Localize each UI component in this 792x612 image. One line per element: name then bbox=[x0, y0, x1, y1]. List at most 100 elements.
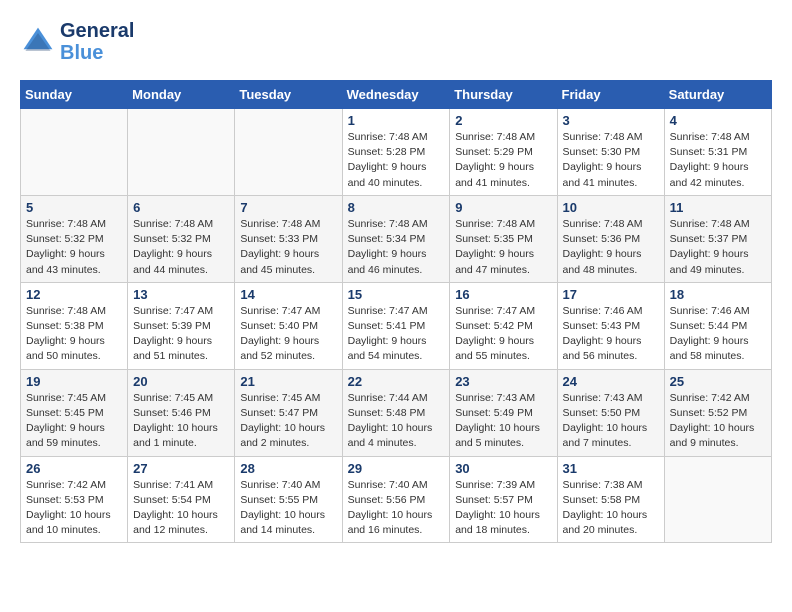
day-info: Sunrise: 7:46 AM Sunset: 5:43 PM Dayligh… bbox=[563, 304, 659, 365]
calendar-cell: 9Sunrise: 7:48 AM Sunset: 5:35 PM Daylig… bbox=[450, 195, 557, 282]
calendar-cell: 25 Sunrise: 7:42 AM Sunset: 5:52 PM Dayli… bbox=[664, 369, 771, 456]
day-info: Sunrise: 7:48 AM Sunset: 5:38 PM Dayligh… bbox=[26, 304, 122, 365]
weekday-header: Tuesday bbox=[235, 81, 342, 109]
page-header: GeneralBlue bbox=[20, 20, 772, 64]
day-number: 24 bbox=[563, 374, 659, 389]
day-number: 14 bbox=[240, 287, 336, 302]
day-info: Sunrise: 7:45 AM Sunset: 5:47 PM Dayligh… bbox=[240, 391, 336, 452]
day-info: Sunrise: 7:40 AM Sunset: 5:56 PM Dayligh… bbox=[348, 478, 445, 539]
calendar-cell: 12Sunrise: 7:48 AM Sunset: 5:38 PM Dayli… bbox=[21, 282, 128, 369]
calendar-cell: 26 Sunrise: 7:42 AM Sunset: 5:53 PM Dayli… bbox=[21, 456, 128, 543]
calendar-cell: 1 Sunrise: 7:48 AM Sunset: 5:28 PM Daylig… bbox=[342, 109, 450, 196]
logo-text: GeneralBlue bbox=[60, 20, 134, 64]
day-info: Sunrise: 7:47 AM Sunset: 5:39 PM Dayligh… bbox=[133, 304, 229, 365]
calendar-cell: 17 Sunrise: 7:46 AM Sunset: 5:43 PM Dayli… bbox=[557, 282, 664, 369]
calendar-cell: 5Sunrise: 7:48 AM Sunset: 5:32 PM Daylig… bbox=[21, 195, 128, 282]
day-number: 21 bbox=[240, 374, 336, 389]
calendar-cell: 2Sunrise: 7:48 AM Sunset: 5:29 PM Daylig… bbox=[450, 109, 557, 196]
calendar-table: SundayMondayTuesdayWednesdayThursdayFrid… bbox=[20, 80, 772, 543]
calendar-cell: 6 Sunrise: 7:48 AM Sunset: 5:32 PM Daylig… bbox=[128, 195, 235, 282]
day-number: 28 bbox=[240, 461, 336, 476]
day-number: 4 bbox=[670, 113, 766, 128]
day-number: 30 bbox=[455, 461, 551, 476]
weekday-header: Sunday bbox=[21, 81, 128, 109]
day-info: Sunrise: 7:45 AM Sunset: 5:46 PM Dayligh… bbox=[133, 391, 229, 452]
day-number: 19 bbox=[26, 374, 122, 389]
day-number: 25 bbox=[670, 374, 766, 389]
calendar-cell: 30 Sunrise: 7:39 AM Sunset: 5:57 PM Dayli… bbox=[450, 456, 557, 543]
calendar-week-row: 26 Sunrise: 7:42 AM Sunset: 5:53 PM Dayli… bbox=[21, 456, 772, 543]
day-number: 18 bbox=[670, 287, 766, 302]
calendar-cell: 23Sunrise: 7:43 AM Sunset: 5:49 PM Dayli… bbox=[450, 369, 557, 456]
day-info: Sunrise: 7:48 AM Sunset: 5:28 PM Dayligh… bbox=[348, 130, 445, 191]
day-info: Sunrise: 7:48 AM Sunset: 5:35 PM Dayligh… bbox=[455, 217, 551, 278]
day-info: Sunrise: 7:39 AM Sunset: 5:57 PM Dayligh… bbox=[455, 478, 551, 539]
calendar-cell: 10Sunrise: 7:48 AM Sunset: 5:36 PM Dayli… bbox=[557, 195, 664, 282]
day-number: 16 bbox=[455, 287, 551, 302]
calendar-cell: 24 Sunrise: 7:43 AM Sunset: 5:50 PM Dayli… bbox=[557, 369, 664, 456]
day-number: 8 bbox=[348, 200, 445, 215]
weekday-header: Friday bbox=[557, 81, 664, 109]
day-info: Sunrise: 7:48 AM Sunset: 5:32 PM Dayligh… bbox=[26, 217, 122, 278]
calendar-cell: 13 Sunrise: 7:47 AM Sunset: 5:39 PM Dayli… bbox=[128, 282, 235, 369]
day-info: Sunrise: 7:48 AM Sunset: 5:34 PM Dayligh… bbox=[348, 217, 445, 278]
calendar-cell: 4 Sunrise: 7:48 AM Sunset: 5:31 PM Daylig… bbox=[664, 109, 771, 196]
day-info: Sunrise: 7:48 AM Sunset: 5:29 PM Dayligh… bbox=[455, 130, 551, 191]
weekday-header-row: SundayMondayTuesdayWednesdayThursdayFrid… bbox=[21, 81, 772, 109]
weekday-header: Thursday bbox=[450, 81, 557, 109]
weekday-header: Wednesday bbox=[342, 81, 450, 109]
calendar-cell bbox=[128, 109, 235, 196]
day-info: Sunrise: 7:44 AM Sunset: 5:48 PM Dayligh… bbox=[348, 391, 445, 452]
day-number: 7 bbox=[240, 200, 336, 215]
day-info: Sunrise: 7:42 AM Sunset: 5:52 PM Dayligh… bbox=[670, 391, 766, 452]
calendar-cell: 27Sunrise: 7:41 AM Sunset: 5:54 PM Dayli… bbox=[128, 456, 235, 543]
day-number: 13 bbox=[133, 287, 229, 302]
day-number: 17 bbox=[563, 287, 659, 302]
calendar-cell: 20 Sunrise: 7:45 AM Sunset: 5:46 PM Dayli… bbox=[128, 369, 235, 456]
calendar-cell bbox=[21, 109, 128, 196]
day-info: Sunrise: 7:46 AM Sunset: 5:44 PM Dayligh… bbox=[670, 304, 766, 365]
logo: GeneralBlue bbox=[20, 20, 134, 64]
day-info: Sunrise: 7:48 AM Sunset: 5:32 PM Dayligh… bbox=[133, 217, 229, 278]
day-number: 3 bbox=[563, 113, 659, 128]
day-info: Sunrise: 7:45 AM Sunset: 5:45 PM Dayligh… bbox=[26, 391, 122, 452]
day-info: Sunrise: 7:42 AM Sunset: 5:53 PM Dayligh… bbox=[26, 478, 122, 539]
calendar-cell: 16 Sunrise: 7:47 AM Sunset: 5:42 PM Dayli… bbox=[450, 282, 557, 369]
calendar-cell: 28 Sunrise: 7:40 AM Sunset: 5:55 PM Dayli… bbox=[235, 456, 342, 543]
day-info: Sunrise: 7:47 AM Sunset: 5:42 PM Dayligh… bbox=[455, 304, 551, 365]
day-info: Sunrise: 7:48 AM Sunset: 5:36 PM Dayligh… bbox=[563, 217, 659, 278]
day-info: Sunrise: 7:38 AM Sunset: 5:58 PM Dayligh… bbox=[563, 478, 659, 539]
day-number: 22 bbox=[348, 374, 445, 389]
day-number: 11 bbox=[670, 200, 766, 215]
day-info: Sunrise: 7:48 AM Sunset: 5:37 PM Dayligh… bbox=[670, 217, 766, 278]
day-number: 26 bbox=[26, 461, 122, 476]
day-info: Sunrise: 7:47 AM Sunset: 5:40 PM Dayligh… bbox=[240, 304, 336, 365]
logo-icon bbox=[20, 24, 56, 60]
day-number: 1 bbox=[348, 113, 445, 128]
calendar-cell: 21 Sunrise: 7:45 AM Sunset: 5:47 PM Dayli… bbox=[235, 369, 342, 456]
day-number: 6 bbox=[133, 200, 229, 215]
day-number: 31 bbox=[563, 461, 659, 476]
calendar-cell bbox=[664, 456, 771, 543]
day-info: Sunrise: 7:43 AM Sunset: 5:50 PM Dayligh… bbox=[563, 391, 659, 452]
day-number: 20 bbox=[133, 374, 229, 389]
calendar-cell: 3Sunrise: 7:48 AM Sunset: 5:30 PM Daylig… bbox=[557, 109, 664, 196]
day-number: 23 bbox=[455, 374, 551, 389]
day-info: Sunrise: 7:40 AM Sunset: 5:55 PM Dayligh… bbox=[240, 478, 336, 539]
calendar-cell: 29 Sunrise: 7:40 AM Sunset: 5:56 PM Dayli… bbox=[342, 456, 450, 543]
weekday-header: Monday bbox=[128, 81, 235, 109]
calendar-cell bbox=[235, 109, 342, 196]
calendar-cell: 31 Sunrise: 7:38 AM Sunset: 5:58 PM Dayli… bbox=[557, 456, 664, 543]
day-number: 15 bbox=[348, 287, 445, 302]
calendar-week-row: 12Sunrise: 7:48 AM Sunset: 5:38 PM Dayli… bbox=[21, 282, 772, 369]
calendar-cell: 22 Sunrise: 7:44 AM Sunset: 5:48 PM Dayli… bbox=[342, 369, 450, 456]
calendar-cell: 19 Sunrise: 7:45 AM Sunset: 5:45 PM Dayli… bbox=[21, 369, 128, 456]
day-info: Sunrise: 7:41 AM Sunset: 5:54 PM Dayligh… bbox=[133, 478, 229, 539]
day-info: Sunrise: 7:48 AM Sunset: 5:33 PM Dayligh… bbox=[240, 217, 336, 278]
calendar-cell: 11 Sunrise: 7:48 AM Sunset: 5:37 PM Dayli… bbox=[664, 195, 771, 282]
day-info: Sunrise: 7:48 AM Sunset: 5:31 PM Dayligh… bbox=[670, 130, 766, 191]
calendar-cell: 8 Sunrise: 7:48 AM Sunset: 5:34 PM Daylig… bbox=[342, 195, 450, 282]
day-number: 29 bbox=[348, 461, 445, 476]
weekday-header: Saturday bbox=[664, 81, 771, 109]
calendar-week-row: 5Sunrise: 7:48 AM Sunset: 5:32 PM Daylig… bbox=[21, 195, 772, 282]
